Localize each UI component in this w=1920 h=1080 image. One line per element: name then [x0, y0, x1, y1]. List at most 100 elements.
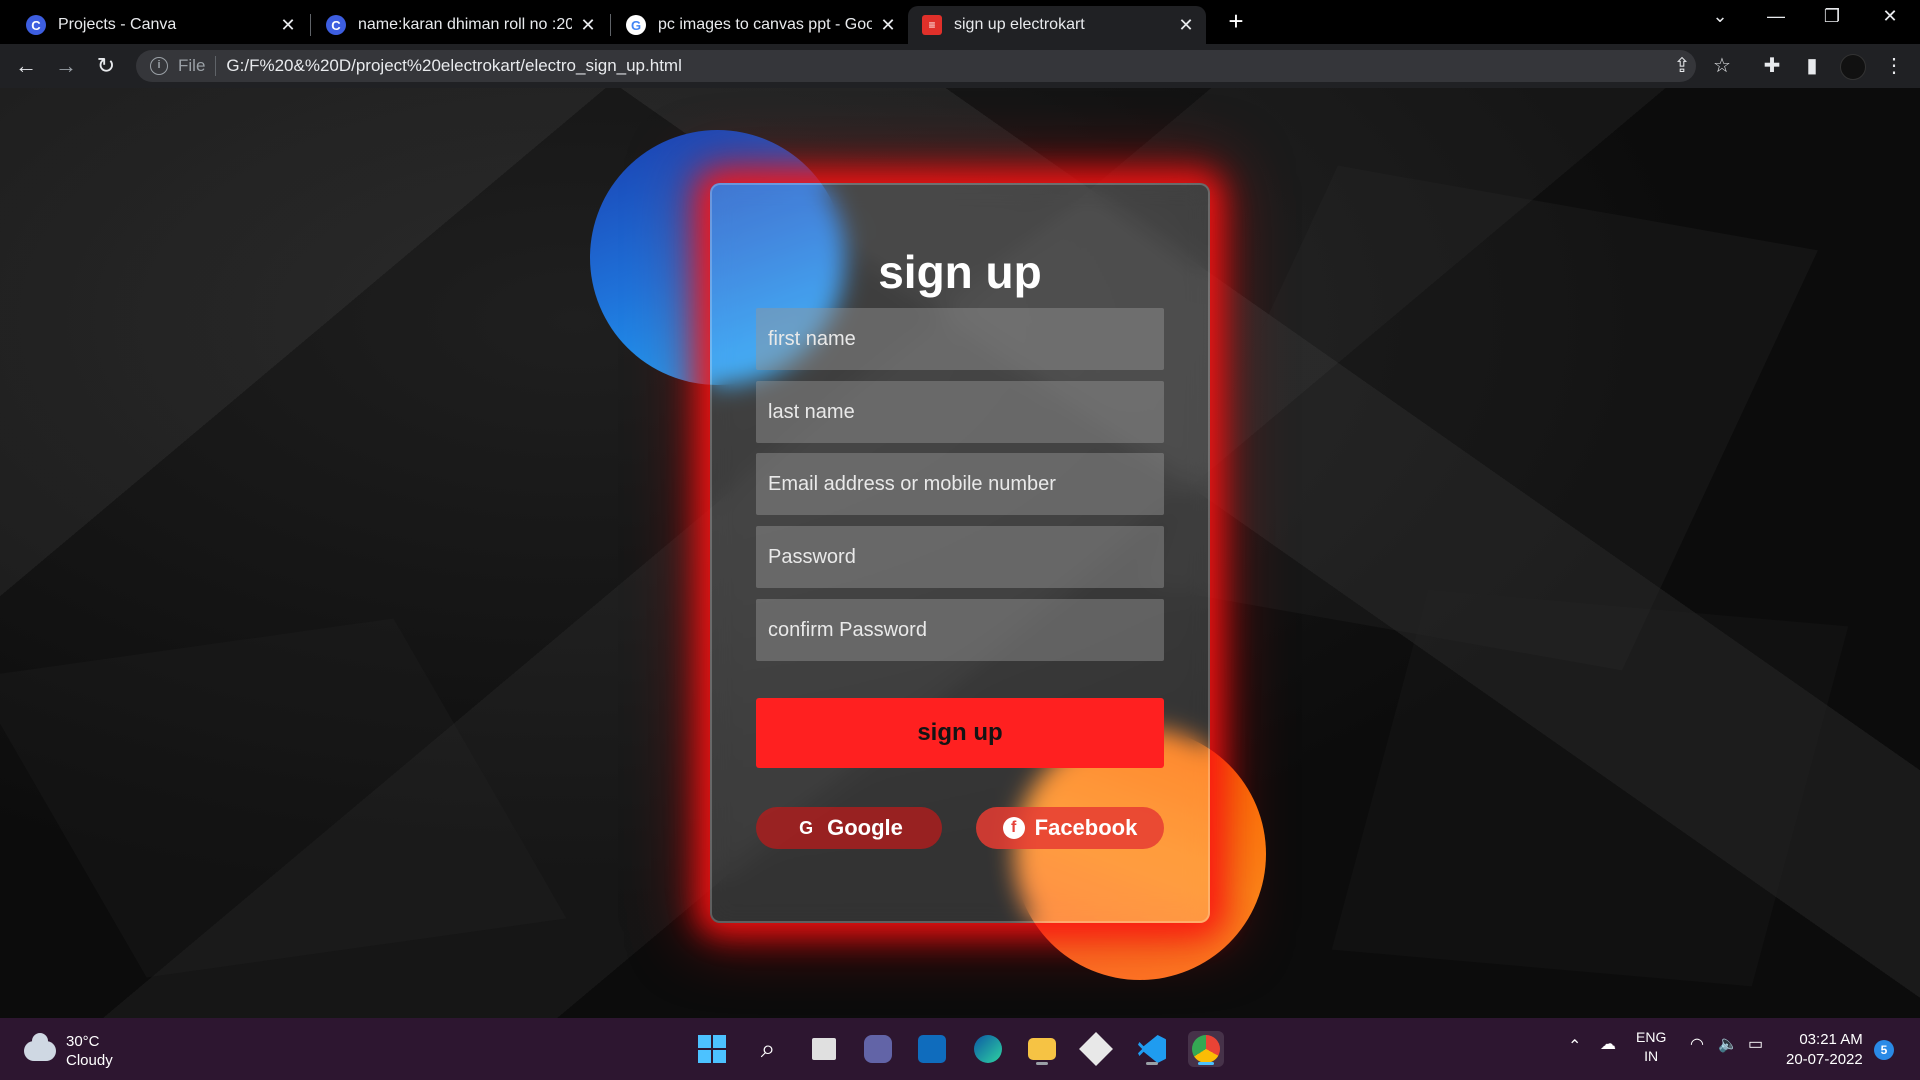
- cart-icon: ≡: [922, 15, 942, 35]
- language-line1: ENG: [1636, 1029, 1667, 1045]
- google-signin-button[interactable]: G Google: [756, 807, 942, 849]
- facebook-signin-button[interactable]: f Facebook: [976, 807, 1164, 849]
- google-icon: G: [626, 15, 646, 35]
- cloud-icon: [24, 1033, 56, 1061]
- password-placeholder: Password: [768, 545, 856, 568]
- first-name-input[interactable]: first name: [756, 308, 1164, 370]
- tab-title: pc images to canvas ppt - Googl: [658, 16, 872, 33]
- confirm-password-placeholder: confirm Password: [768, 618, 927, 641]
- teams-chat-button[interactable]: [860, 1031, 896, 1067]
- reload-icon[interactable]: ↻: [92, 52, 120, 80]
- background-facet: [1331, 589, 1849, 987]
- restore-button[interactable]: ❐: [1812, 6, 1852, 27]
- password-input[interactable]: Password: [756, 526, 1164, 588]
- battery-icon[interactable]: ▭: [1748, 1034, 1763, 1054]
- new-tab-button[interactable]: +: [1222, 8, 1250, 36]
- close-icon[interactable]: ✕: [1176, 15, 1196, 36]
- mail-button[interactable]: [914, 1031, 950, 1067]
- profile-avatar[interactable]: [1840, 54, 1866, 80]
- google-icon: G: [799, 817, 814, 838]
- sign-up-button[interactable]: sign up: [756, 698, 1164, 768]
- last-name-placeholder: last name: [768, 400, 855, 423]
- onedrive-cloud-icon[interactable]: ☁: [1600, 1034, 1616, 1054]
- canva-icon: C: [326, 15, 346, 35]
- clock[interactable]: 03:21 AM 20-07-2022: [1786, 1030, 1863, 1070]
- signup-title: sign up: [878, 246, 1042, 298]
- windows-logo-icon: [698, 1035, 726, 1063]
- close-window-button[interactable]: ✕: [1870, 6, 1910, 27]
- search-icon: ⌕: [760, 1033, 776, 1063]
- chrome-icon: [1192, 1035, 1220, 1063]
- email-placeholder: Email address or mobile number: [768, 472, 1056, 495]
- language-indicator[interactable]: ENG IN: [1636, 1028, 1666, 1066]
- teams-chat-icon: [864, 1035, 892, 1063]
- mail-icon: [918, 1035, 946, 1063]
- browser-tab-bar: C Projects - Canva ✕ C name:karan dhiman…: [0, 0, 1920, 44]
- tab-separator: [310, 14, 311, 36]
- show-hidden-icons-chevron-icon[interactable]: ⌃: [1568, 1036, 1581, 1056]
- weather-temp: 30°C: [66, 1033, 100, 1050]
- minimize-button[interactable]: —: [1756, 6, 1796, 27]
- search-button[interactable]: ⌕: [750, 1031, 786, 1067]
- tab-title: Projects - Canva: [58, 16, 177, 33]
- chrome-button[interactable]: [1188, 1031, 1224, 1067]
- vscode-icon: [1138, 1035, 1166, 1063]
- tab-title: name:karan dhiman roll no :2010: [358, 16, 572, 33]
- volume-icon[interactable]: 🔈: [1718, 1034, 1738, 1054]
- folder-icon: [1028, 1038, 1056, 1060]
- task-view-button[interactable]: [806, 1031, 842, 1067]
- tab-google-search[interactable]: G pc images to canvas ppt - Googl ✕: [612, 6, 908, 44]
- wifi-icon[interactable]: ◠: [1690, 1034, 1704, 1054]
- menu-kebab-icon[interactable]: ⋮: [1880, 52, 1908, 80]
- windows-taskbar: 30°C Cloudy ⌕ ⌃ ☁ ENG IN ◠ 🔈 ▭ 03:21 AM …: [0, 1018, 1920, 1080]
- close-icon[interactable]: ✕: [278, 15, 298, 36]
- scheme-label: File: [178, 56, 206, 75]
- tab-search-chevron-icon[interactable]: ⌄: [1700, 6, 1740, 27]
- start-button[interactable]: [694, 1031, 730, 1067]
- facebook-label: Facebook: [1034, 815, 1138, 840]
- confirm-password-input[interactable]: confirm Password: [756, 599, 1164, 661]
- browser-toolbar: ← → ↻ i File G:/F%20&%20D/project%20elec…: [0, 44, 1920, 88]
- signup-card: sign up first name last name Email addre…: [710, 183, 1210, 923]
- forward-arrow-icon[interactable]: →: [52, 52, 80, 80]
- app-launcher-button[interactable]: [1078, 1031, 1114, 1067]
- tab-separator: [610, 14, 611, 36]
- tab-title: sign up electrokart: [954, 16, 1085, 33]
- weather-widget[interactable]: 30°C Cloudy: [24, 1032, 113, 1070]
- edge-button[interactable]: [970, 1031, 1006, 1067]
- language-line2: IN: [1644, 1048, 1659, 1064]
- vscode-button[interactable]: [1134, 1031, 1170, 1067]
- extensions-puzzle-icon[interactable]: ✚: [1758, 52, 1786, 80]
- address-bar[interactable]: i File G:/F%20&%20D/project%20electrokar…: [136, 50, 1696, 82]
- back-arrow-icon[interactable]: ←: [12, 52, 40, 80]
- bookmark-star-icon[interactable]: ☆: [1708, 52, 1736, 80]
- app-diamond-icon: [1079, 1032, 1113, 1066]
- close-icon[interactable]: ✕: [578, 15, 598, 36]
- notification-badge[interactable]: 5: [1874, 1040, 1894, 1060]
- running-indicator: [1036, 1062, 1048, 1065]
- address-divider: [215, 56, 217, 76]
- running-indicator: [1146, 1062, 1158, 1065]
- email-input[interactable]: Email address or mobile number: [756, 453, 1164, 515]
- share-icon[interactable]: ⇪: [1668, 52, 1696, 80]
- sign-up-button-label: sign up: [917, 719, 1003, 746]
- url-text[interactable]: G:/F%20&%20D/project%20electrokart/elect…: [226, 56, 681, 76]
- first-name-placeholder: first name: [768, 327, 856, 350]
- close-icon[interactable]: ✕: [878, 15, 898, 36]
- clock-time: 03:21 AM: [1799, 1031, 1863, 1048]
- google-label: Google: [827, 815, 903, 840]
- tab-projects-canva[interactable]: C Projects - Canva ✕: [12, 6, 308, 44]
- info-icon[interactable]: i: [150, 57, 168, 75]
- canva-icon: C: [26, 15, 46, 35]
- background-facet: [0, 618, 567, 978]
- tab-sign-up-electrokart[interactable]: ≡ sign up electrokart ✕: [908, 6, 1206, 44]
- active-indicator: [1198, 1062, 1214, 1065]
- task-view-icon: [812, 1038, 836, 1060]
- tab-karan-dhiman[interactable]: C name:karan dhiman roll no :2010 ✕: [312, 6, 608, 44]
- file-explorer-button[interactable]: [1024, 1031, 1060, 1067]
- clock-date: 20-07-2022: [1786, 1051, 1863, 1068]
- last-name-input[interactable]: last name: [756, 381, 1164, 443]
- page-viewport: sign up first name last name Email addre…: [0, 88, 1920, 1018]
- side-panel-icon[interactable]: ▮: [1798, 52, 1826, 80]
- edge-icon: [974, 1035, 1002, 1063]
